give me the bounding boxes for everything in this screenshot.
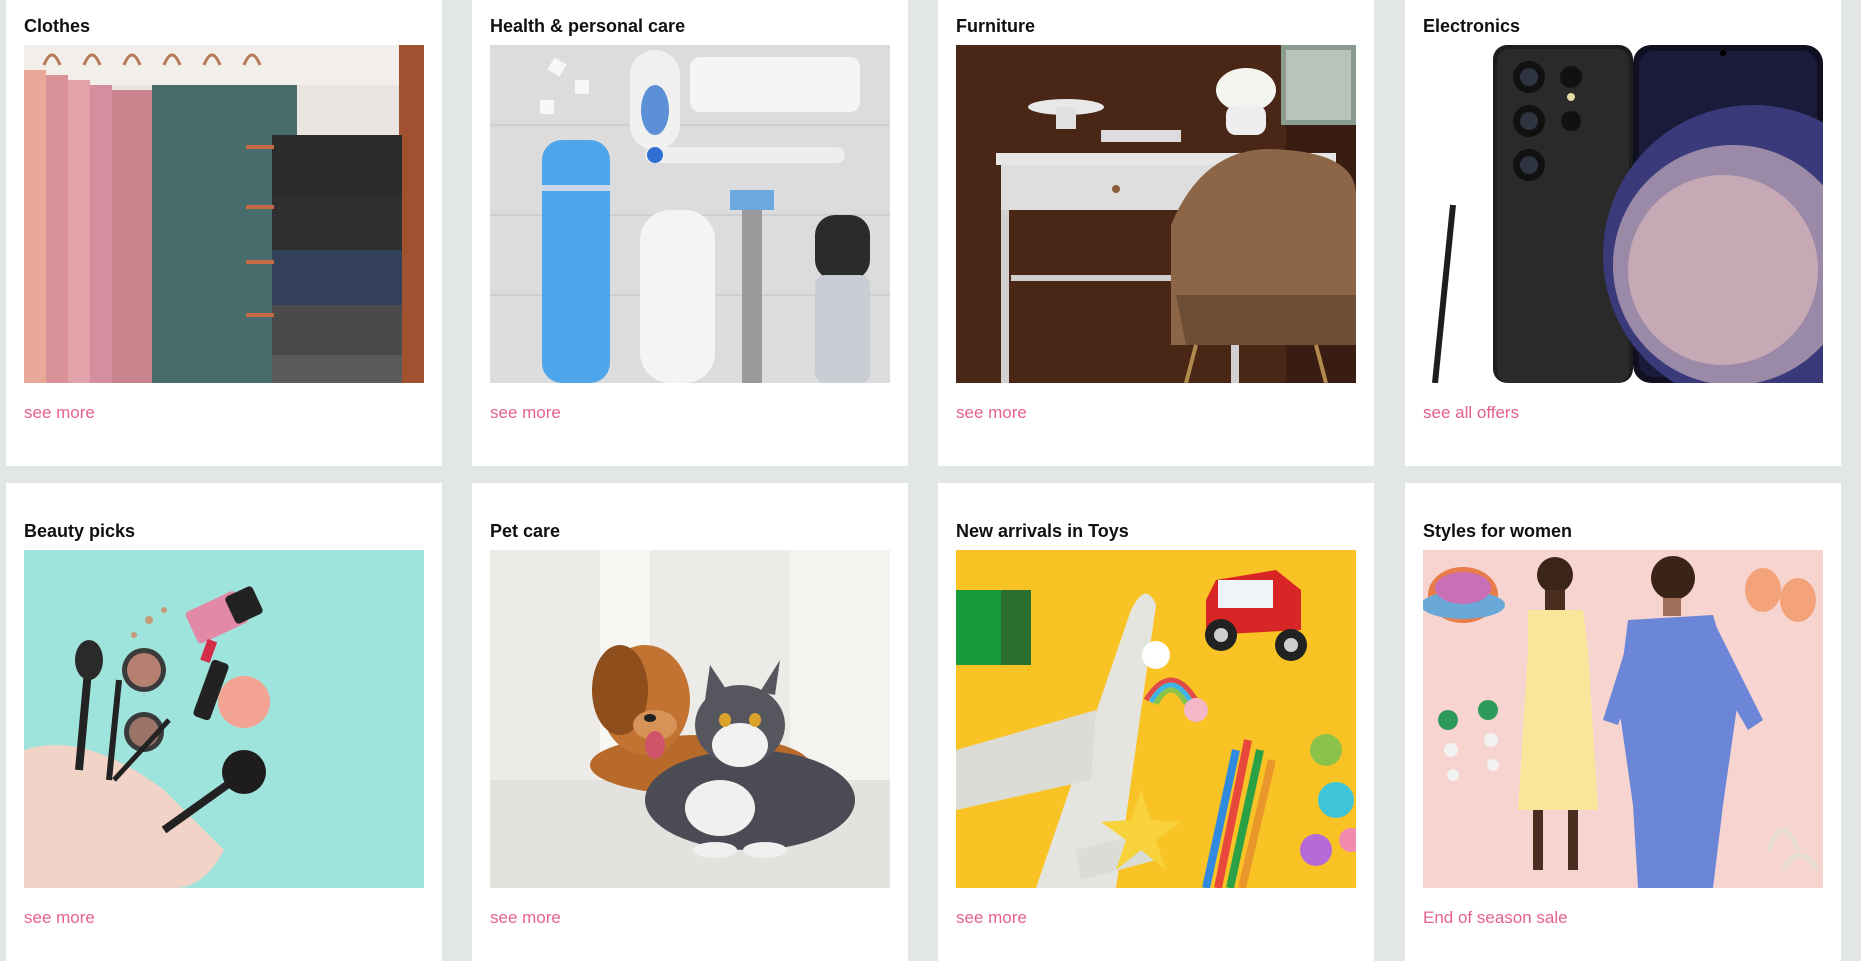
- see-more-link[interactable]: see more: [490, 908, 561, 928]
- card-title: Electronics: [1423, 16, 1521, 36]
- electronics-image[interactable]: [1423, 45, 1823, 383]
- card-title: Clothes: [24, 16, 91, 36]
- beauty-image[interactable]: [24, 550, 424, 888]
- category-card-clothes: Clothes see more: [6, 0, 442, 466]
- category-card-grid: Clothes see more Health & personal care …: [0, 0, 1861, 961]
- see-more-link[interactable]: see more: [490, 403, 561, 423]
- see-more-link[interactable]: see more: [24, 403, 95, 423]
- see-all-offers-link[interactable]: see all offers: [1423, 403, 1519, 423]
- category-card-pet-care: Pet care see more: [472, 483, 908, 961]
- card-title: Beauty picks: [24, 521, 136, 541]
- category-card-beauty-picks: Beauty picks see more: [6, 483, 442, 961]
- card-title: Furniture: [956, 16, 1035, 36]
- pet-care-image[interactable]: [490, 550, 890, 888]
- clothes-image[interactable]: [24, 45, 424, 383]
- see-more-link[interactable]: see more: [956, 908, 1027, 928]
- category-card-toys: New arrivals in Toys see more: [938, 483, 1374, 961]
- see-more-link[interactable]: see more: [24, 908, 95, 928]
- womens-styles-image[interactable]: [1423, 550, 1823, 888]
- card-title: Pet care: [490, 521, 561, 541]
- category-card-furniture: Furniture see more: [938, 0, 1374, 466]
- end-of-season-sale-link[interactable]: End of season sale: [1423, 908, 1568, 928]
- health-care-image[interactable]: [490, 45, 890, 383]
- toys-image[interactable]: [956, 550, 1356, 888]
- card-title: Styles for women: [1423, 521, 1573, 541]
- card-title: New arrivals in Toys: [956, 521, 1129, 541]
- category-card-styles-for-women: Styles for women End of season sale: [1405, 483, 1841, 961]
- see-more-link[interactable]: see more: [956, 403, 1027, 423]
- category-card-electronics: Electronics see all offers: [1405, 0, 1841, 466]
- category-card-health-personal-care: Health & personal care see more: [472, 0, 908, 466]
- card-title: Health & personal care: [490, 16, 686, 36]
- furniture-image[interactable]: [956, 45, 1356, 383]
